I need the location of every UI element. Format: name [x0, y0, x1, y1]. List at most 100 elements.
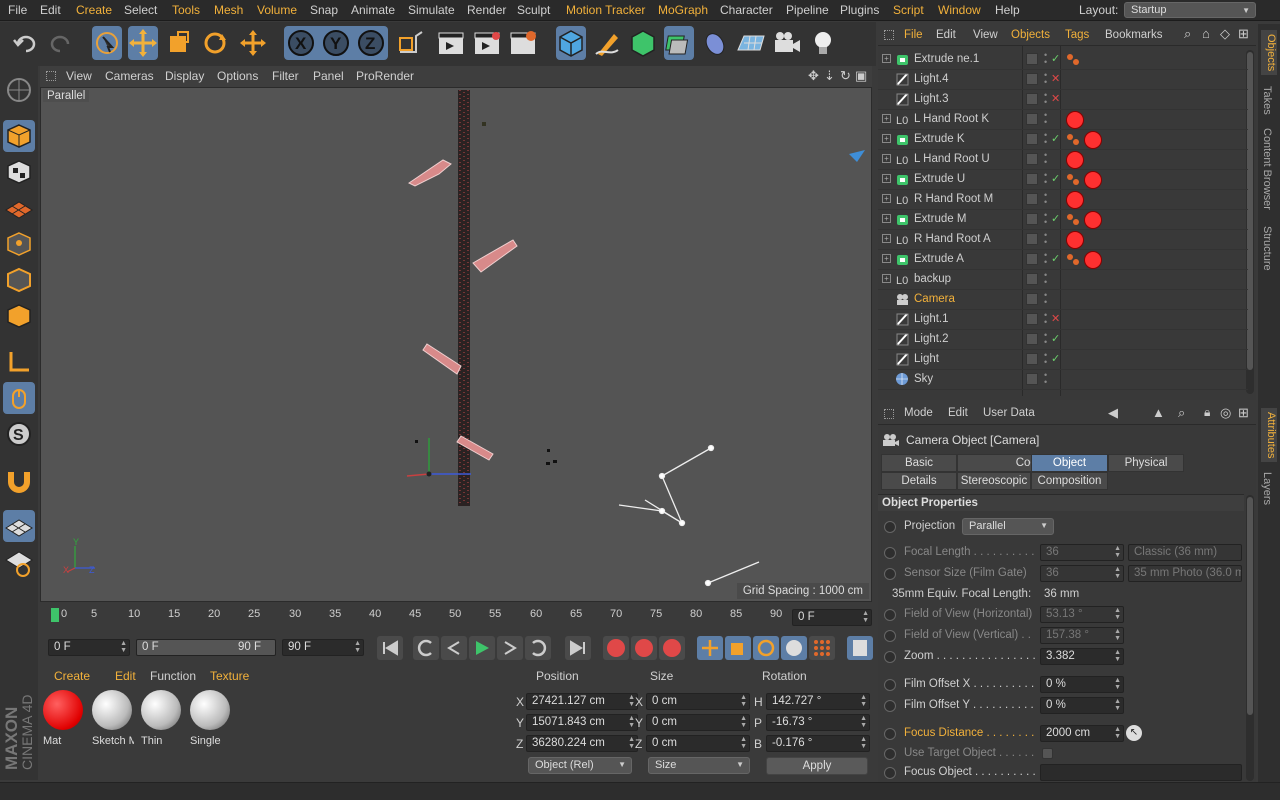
menu-animate[interactable]: Animate — [351, 3, 395, 17]
visibility-dots-icon[interactable]: • • — [1044, 151, 1047, 167]
planar-workplane-button[interactable] — [3, 546, 35, 578]
menu-select[interactable]: Select — [124, 3, 157, 17]
rotation-h-field[interactable]: 142.727 ° ▲ ▼ — [766, 693, 870, 710]
spinner-icon[interactable]: ▲ ▼ — [740, 715, 747, 729]
object-name[interactable]: Light.1 — [914, 313, 949, 325]
property-field[interactable]: 0 % ▲ ▼ — [1040, 676, 1124, 693]
pen-button[interactable] — [592, 26, 622, 60]
menu-script[interactable]: Script — [893, 3, 924, 17]
am-menu-user-data[interactable]: User Data — [983, 407, 1035, 419]
enabled-icon[interactable]: ✕ — [1051, 312, 1060, 325]
focus-object-field[interactable] — [1040, 764, 1242, 781]
material-swatch[interactable]: Single — [188, 688, 232, 750]
material-tag-icon[interactable] — [1084, 171, 1102, 189]
animate-keyframe-icon[interactable] — [884, 568, 896, 580]
material-tag-icon[interactable] — [1084, 211, 1102, 229]
visibility-dots-icon[interactable]: • • — [1044, 371, 1047, 387]
position-z-field[interactable]: 36280.224 cm ▲ ▼ — [526, 735, 638, 752]
search-icon[interactable]: ⌕ — [1184, 26, 1191, 42]
object-row[interactable]: + L0 L Hand Root K • • — [878, 110, 1248, 130]
polygons-mode-button[interactable] — [3, 300, 35, 332]
spinner-icon[interactable]: ▲ ▼ — [740, 736, 747, 750]
property-field[interactable]: 53.13 ° ▲ ▼ — [1040, 606, 1124, 623]
animate-keyframe-icon[interactable] — [884, 651, 896, 663]
spinner-icon[interactable]: ▲ ▼ — [860, 715, 867, 729]
tab-basic[interactable]: Basic — [881, 454, 957, 472]
end-frame-field[interactable]: 90 F ▲ ▼ — [282, 639, 364, 656]
visibility-dots-icon[interactable]: • • — [1044, 351, 1047, 367]
enabled-icon[interactable]: ✕ — [1051, 92, 1060, 105]
layer-icon[interactable] — [1026, 373, 1038, 385]
menu-simulate[interactable]: Simulate — [408, 3, 455, 17]
material-menu-function[interactable]: Function — [150, 669, 196, 683]
visibility-dots-icon[interactable]: • • — [1044, 251, 1047, 267]
back-icon[interactable]: ◇ — [1220, 26, 1230, 42]
extrude-button[interactable] — [664, 26, 694, 60]
new-panel-icon[interactable]: ⊞ — [1238, 405, 1249, 421]
layer-icon[interactable] — [1026, 173, 1038, 185]
object-row[interactable]: + Extrude K • • ✓ — [878, 130, 1248, 150]
object-name[interactable]: Camera — [914, 293, 955, 305]
cube-button[interactable] — [556, 26, 586, 60]
animate-keyframe-icon[interactable] — [884, 748, 896, 760]
layer-icon[interactable] — [1026, 273, 1038, 285]
light-button[interactable] — [808, 26, 838, 60]
dock-tab-takes[interactable]: Takes — [1261, 86, 1273, 115]
om-menu-tags[interactable]: Tags — [1065, 29, 1089, 41]
visibility-dots-icon[interactable]: • • — [1044, 111, 1047, 127]
material-swatch[interactable]: Mat — [41, 688, 85, 750]
layer-icon[interactable] — [1026, 213, 1038, 225]
snap-button[interactable] — [3, 464, 35, 496]
visibility-dots-icon[interactable]: • • — [1044, 311, 1047, 327]
enabled-icon[interactable]: ✓ — [1051, 172, 1060, 185]
visibility-dots-icon[interactable]: • • — [1044, 191, 1047, 207]
spinner-icon[interactable]: ▲ ▼ — [628, 694, 635, 708]
om-menu-objects[interactable]: Objects — [1011, 29, 1050, 41]
tweak-mode-button[interactable] — [3, 382, 35, 414]
live-selection-button[interactable] — [92, 26, 122, 60]
spinner-icon[interactable]: ▲ ▼ — [1114, 628, 1121, 642]
spinner-icon[interactable]: ▲ ▼ — [860, 736, 867, 750]
object-row[interactable]: Light.3 • • ✕ — [878, 90, 1248, 110]
coordinate-mode-select[interactable]: Object (Rel) ▼ — [528, 757, 632, 774]
preset-select[interactable]: 35 mm Photo (36.0 m — [1128, 565, 1242, 582]
om-menu-view[interactable]: View — [973, 29, 998, 41]
property-field[interactable]: 0 % ▲ ▼ — [1040, 697, 1124, 714]
layer-icon[interactable] — [1026, 353, 1038, 365]
spinner-icon[interactable]: ▲ ▼ — [628, 736, 635, 750]
visibility-dots-icon[interactable]: • • — [1044, 171, 1047, 187]
enabled-icon[interactable]: ✓ — [1051, 352, 1060, 365]
edges-mode-button[interactable] — [3, 264, 35, 296]
viewport[interactable]: Parallel YXZ Grid Spacing : 1000 cm — [40, 87, 872, 602]
object-row[interactable]: Light.1 • • ✕ — [878, 310, 1248, 330]
layer-icon[interactable] — [1026, 153, 1038, 165]
points-mode-button[interactable] — [3, 228, 35, 260]
size-mode-select[interactable]: Size ▼ — [648, 757, 750, 774]
enabled-icon[interactable]: ✓ — [1051, 132, 1060, 145]
checkbox[interactable] — [1042, 748, 1053, 759]
object-name[interactable]: Extrude M — [914, 213, 966, 225]
property-field[interactable]: 36 ▲ ▼ — [1040, 565, 1124, 582]
back-arrow-icon[interactable]: ◀ — [1108, 405, 1118, 421]
material-tag-icon[interactable] — [1066, 231, 1084, 249]
tab-object[interactable]: Object — [1031, 454, 1108, 472]
up-arrow-icon[interactable]: ▲ — [1152, 405, 1165, 420]
menu-volume[interactable]: Volume — [257, 3, 297, 17]
rotation-b-field[interactable]: -0.176 ° ▲ ▼ — [766, 735, 870, 752]
visibility-dots-icon[interactable]: • • — [1044, 211, 1047, 227]
material-tag-icon[interactable] — [1084, 251, 1102, 269]
material-menu-texture[interactable]: Texture — [210, 669, 249, 683]
layout-select[interactable]: Startup ▼ — [1124, 2, 1256, 18]
animate-keyframe-icon[interactable] — [884, 728, 896, 740]
y-axis-button[interactable]: Y — [321, 26, 351, 60]
menu-edit[interactable]: Edit — [40, 3, 61, 17]
layer-icon[interactable] — [1026, 53, 1038, 65]
expand-icon[interactable]: + — [882, 234, 891, 243]
menu-sculpt[interactable]: Sculpt — [517, 3, 550, 17]
visibility-dots-icon[interactable]: • • — [1044, 71, 1047, 87]
viewport-menu-filter[interactable]: Filter — [272, 69, 299, 83]
object-row[interactable]: Camera • • — [878, 290, 1248, 310]
property-field[interactable]: 157.38 ° ▲ ▼ — [1040, 627, 1124, 644]
spinner-icon[interactable]: ▲ ▼ — [860, 694, 867, 708]
animate-keyframe-icon[interactable] — [884, 679, 896, 691]
